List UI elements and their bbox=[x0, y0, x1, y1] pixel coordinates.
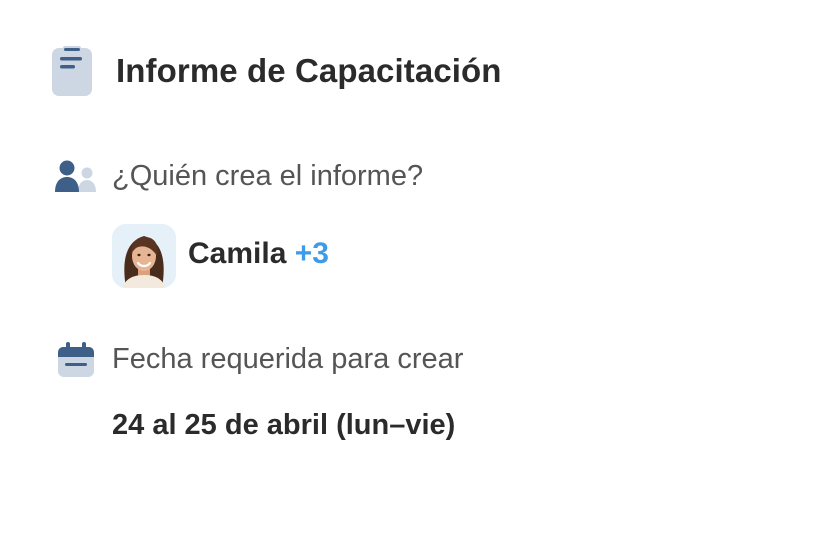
report-card: Informe de Capacitación ¿Quién crea el i… bbox=[0, 0, 840, 560]
calendar-icon bbox=[56, 342, 96, 378]
page-title: Informe de Capacitación bbox=[116, 52, 502, 89]
additional-creators-count[interactable]: +3 bbox=[295, 237, 329, 270]
clipboard-icon bbox=[52, 46, 92, 96]
required-date-label: Fecha requerida para crear bbox=[112, 343, 464, 375]
creator-name-text: Camila bbox=[188, 237, 287, 270]
people-icon bbox=[54, 160, 96, 194]
required-date-value: 24 al 25 de abril (lun–vie) bbox=[112, 409, 456, 441]
avatar[interactable] bbox=[112, 224, 176, 288]
creator-name: Camila +3 bbox=[188, 237, 329, 271]
creator-question-label: ¿Quién crea el informe? bbox=[112, 160, 424, 192]
